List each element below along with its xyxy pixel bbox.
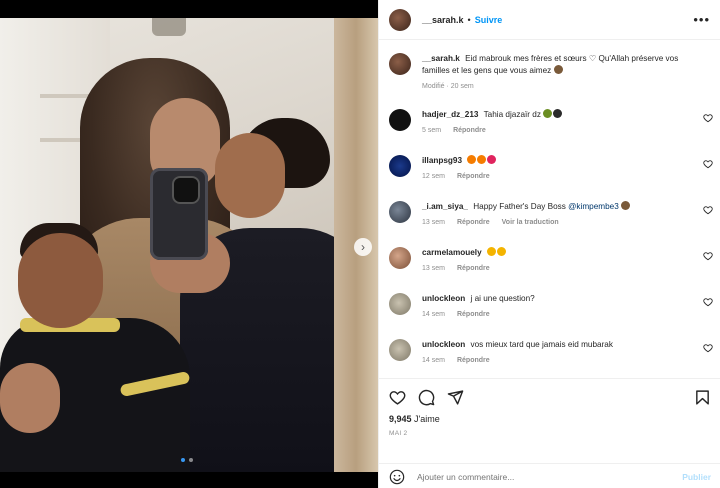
comment-input[interactable] bbox=[417, 471, 647, 482]
likes-count[interactable]: 9,945 J'aime bbox=[389, 414, 711, 424]
heart-emoji-icon bbox=[487, 155, 497, 164]
photo-boy-face bbox=[215, 133, 285, 218]
see-translation-button[interactable]: Voir la traduction bbox=[502, 219, 559, 226]
list-item: carmelamouely 13 sem Répondre bbox=[379, 247, 720, 272]
comment-username[interactable]: carmelamouely bbox=[422, 248, 482, 257]
carousel-next-button[interactable]: › bbox=[354, 238, 372, 256]
carousel-dot-active[interactable] bbox=[181, 458, 185, 462]
emoji-icon bbox=[621, 201, 631, 210]
commenter-avatar[interactable] bbox=[389, 293, 411, 315]
bottom-letterbox bbox=[0, 472, 378, 488]
like-comment-heart-icon[interactable] bbox=[703, 113, 713, 123]
post-side-panel: __sarah.k • Suivre ••• __sarah.k Eid mab… bbox=[378, 0, 720, 488]
save-bookmark-icon[interactable] bbox=[694, 389, 711, 406]
comment-username[interactable]: hadjer_dz_213 bbox=[422, 110, 478, 119]
caption-text: Eid mabrouk mes frères et sœurs ♡ Qu'All… bbox=[422, 54, 679, 75]
photo-phone bbox=[150, 168, 208, 260]
post-photo[interactable] bbox=[0, 18, 378, 472]
comment-username[interactable]: unlockleon bbox=[422, 340, 465, 349]
fire-emoji-icon bbox=[477, 155, 487, 164]
comment-age: 12 sem bbox=[422, 173, 445, 180]
comment-text: Tahia djazaïr dz bbox=[483, 110, 541, 119]
comment-age: 13 sem bbox=[422, 219, 445, 226]
post-date: MAI 2 bbox=[389, 430, 408, 437]
reply-button[interactable]: Répondre bbox=[457, 219, 490, 226]
caption-meta: Modifié · 20 sem bbox=[422, 83, 474, 90]
comment-mention[interactable]: @kimpembe3 bbox=[568, 202, 619, 211]
laughing-emoji-icon bbox=[496, 247, 506, 256]
add-comment-bar: Publier bbox=[379, 463, 720, 488]
header-separator: • bbox=[467, 14, 471, 25]
comment-username[interactable]: _i.am_siya_ bbox=[422, 202, 468, 211]
comments-list[interactable]: __sarah.k Eid mabrouk mes frères et sœur… bbox=[379, 41, 720, 376]
emoji-icon bbox=[543, 109, 553, 118]
phone-camera bbox=[172, 176, 200, 204]
reply-button[interactable]: Répondre bbox=[453, 127, 486, 134]
commenter-avatar[interactable] bbox=[389, 155, 411, 177]
comment-username[interactable]: unlockleon bbox=[422, 294, 465, 303]
commenter-avatar[interactable] bbox=[389, 247, 411, 269]
commenter-avatar[interactable] bbox=[389, 201, 411, 223]
like-comment-heart-icon[interactable] bbox=[703, 205, 713, 215]
post-comment-button[interactable]: Publier bbox=[682, 472, 711, 482]
share-paper-plane-icon[interactable] bbox=[447, 389, 464, 406]
like-heart-icon[interactable] bbox=[389, 389, 406, 406]
carousel-dot[interactable] bbox=[189, 458, 193, 462]
top-letterbox bbox=[0, 0, 378, 18]
owner-username[interactable]: __sarah.k bbox=[422, 15, 464, 25]
comment-age: 13 sem bbox=[422, 265, 445, 272]
list-item: hadjer_dz_213 Tahia djazaïr dz 5 sem Rép… bbox=[379, 109, 720, 134]
caption-avatar[interactable] bbox=[389, 53, 411, 75]
post-header: __sarah.k • Suivre ••• bbox=[379, 0, 720, 40]
caption-username[interactable]: __sarah.k bbox=[422, 54, 460, 63]
list-item: illanpsg93 12 sem Répondre bbox=[379, 155, 720, 180]
reply-button[interactable]: Répondre bbox=[457, 357, 490, 364]
heart-emoji-icon bbox=[553, 109, 563, 118]
like-comment-heart-icon[interactable] bbox=[703, 297, 713, 307]
emoji-icon bbox=[467, 155, 477, 164]
like-comment-heart-icon[interactable] bbox=[703, 159, 713, 169]
reply-button[interactable]: Répondre bbox=[457, 173, 490, 180]
like-comment-heart-icon[interactable] bbox=[703, 343, 713, 353]
comment-age: 14 sem bbox=[422, 357, 445, 364]
reply-button[interactable]: Répondre bbox=[457, 311, 490, 318]
carousel-dots bbox=[181, 458, 193, 462]
post-actions: 9,945 J'aime MAI 2 Publier bbox=[379, 378, 720, 488]
emoji-picker-icon[interactable] bbox=[389, 469, 405, 485]
list-item: unlockleon j ai une question? 14 sem Rép… bbox=[379, 293, 720, 318]
comment-age: 5 sem bbox=[422, 127, 442, 134]
photo-lamp bbox=[152, 18, 186, 36]
instagram-post-window: › __sarah.k • Suivre ••• __sarah.k Eid m… bbox=[0, 0, 720, 488]
like-comment-heart-icon[interactable] bbox=[703, 251, 713, 261]
comment-text: vos mieux tard que jamais eid mubarak bbox=[470, 340, 613, 349]
owner-avatar[interactable] bbox=[389, 8, 411, 31]
commenter-avatar[interactable] bbox=[389, 109, 411, 131]
comment-age: 14 sem bbox=[422, 311, 445, 318]
comment-username[interactable]: illanpsg93 bbox=[422, 156, 462, 165]
photo-toddler-face bbox=[18, 233, 103, 328]
photo-adult-hand bbox=[0, 363, 60, 433]
comment-text: j ai une question? bbox=[470, 294, 535, 303]
emoji-icon bbox=[553, 65, 563, 74]
list-item: unlockleon vos mieux tard que jamais eid… bbox=[379, 339, 720, 364]
more-options-icon[interactable]: ••• bbox=[693, 12, 710, 27]
reply-button[interactable]: Répondre bbox=[457, 265, 490, 272]
follow-button[interactable]: Suivre bbox=[475, 15, 503, 25]
likes-label: J'aime bbox=[414, 414, 440, 424]
comment-bubble-icon[interactable] bbox=[418, 389, 435, 406]
laughing-emoji-icon bbox=[486, 247, 496, 256]
commenter-avatar[interactable] bbox=[389, 339, 411, 361]
comment-text: Happy Father's Day Boss bbox=[473, 202, 566, 211]
likes-number: 9,945 bbox=[389, 414, 412, 424]
list-item: _i.am_siya_ Happy Father's Day Boss @kim… bbox=[379, 201, 720, 226]
caption: __sarah.k Eid mabrouk mes frères et sœur… bbox=[379, 53, 720, 90]
